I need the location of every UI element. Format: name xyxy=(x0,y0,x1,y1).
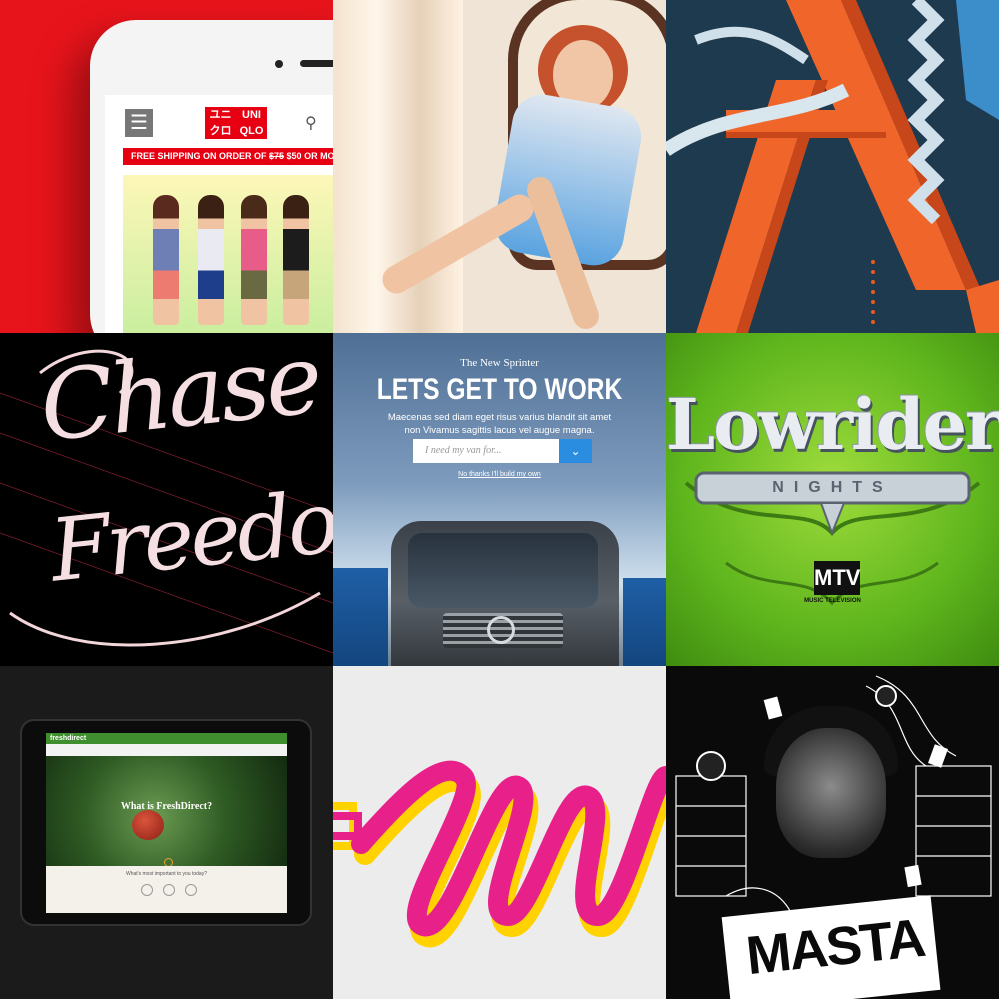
van-windshield xyxy=(408,533,598,608)
tablet-frame: freshdirect What is FreshDirect? From th… xyxy=(20,719,312,926)
logo-cell: QLO xyxy=(239,125,264,137)
hero-title: What is FreshDirect? xyxy=(120,801,213,812)
uniqlo-mobile-tile[interactable]: ☰ ユニ UNI クロ QLO ⚲ FREE SHIPPING ON ORDER… xyxy=(0,0,333,333)
sprinter-landing-tile[interactable]: The New Sprinter LETS GET TO WORK Maecen… xyxy=(333,333,666,666)
freshdirect-subnav xyxy=(46,744,287,756)
question-text: What's most important to you today? xyxy=(126,871,207,877)
pink-script-tile[interactable] xyxy=(333,666,666,999)
logo-cell: クロ xyxy=(209,125,232,137)
hamburger-icon[interactable]: ☰ xyxy=(125,109,153,137)
logo-cell: UNI xyxy=(242,109,261,121)
shipping-old-price: $75 xyxy=(269,151,285,161)
chevron-down-icon[interactable]: ⌄ xyxy=(559,439,592,463)
fashion-photo-tile[interactable] xyxy=(333,0,666,333)
letter-a-artwork xyxy=(666,0,999,333)
freshdirect-nav: freshdirect xyxy=(46,733,287,744)
mtv-caption: MUSIC TELEVISION xyxy=(804,598,861,604)
nights-subtitle: NIGHTS xyxy=(772,479,893,496)
freshdirect-tile[interactable]: freshdirect What is FreshDirect? From th… xyxy=(0,666,333,999)
letter-a-tile[interactable] xyxy=(666,0,999,333)
truck-left xyxy=(333,568,388,666)
lowrider-title: Lowrider xyxy=(666,383,999,466)
chase-freedom-tile[interactable]: Chase Freedom xyxy=(0,333,333,666)
dot-trail xyxy=(871,260,875,330)
dollar-icon[interactable] xyxy=(163,884,175,896)
mtv-logo: MTV xyxy=(814,561,860,595)
freshdirect-bottom: What's most important to you today? xyxy=(46,866,287,913)
build-own-link[interactable]: No thanks I'll build my own xyxy=(333,471,666,478)
model-figure xyxy=(153,195,179,325)
freshdirect-logo[interactable]: freshdirect xyxy=(50,733,86,744)
tablet-screen: freshdirect What is FreshDirect? From th… xyxy=(46,733,287,913)
portfolio-grid: ☰ ユニ UNI クロ QLO ⚲ FREE SHIPPING ON ORDER… xyxy=(0,0,999,999)
model-figure xyxy=(241,195,267,325)
search-icon[interactable]: ⚲ xyxy=(305,113,317,133)
mercedes-star-icon xyxy=(487,616,515,644)
hero-image: What is FreshDirect? From the Source xyxy=(46,756,287,873)
uniqlo-logo: ユニ UNI クロ QLO xyxy=(205,107,267,139)
pink-script-artwork xyxy=(333,760,666,948)
clock-icon[interactable] xyxy=(185,884,197,896)
models-banner-image xyxy=(123,175,333,333)
headline: LETS GET TO WORK xyxy=(376,373,623,406)
heart-icon[interactable] xyxy=(141,884,153,896)
portrait-face xyxy=(776,728,886,858)
lowrider-nights-tile[interactable]: Lowrider NIGHTS MTV MUSIC TELEVISION xyxy=(666,333,999,666)
logo-cell: ユニ xyxy=(209,109,232,121)
phone-camera xyxy=(275,60,283,68)
model-figure xyxy=(198,195,224,325)
model-figure xyxy=(283,195,309,325)
masta-illustration-tile[interactable]: MASTA xyxy=(666,666,999,999)
van-use-input[interactable]: I need my van for... xyxy=(413,439,559,463)
lettering-line1: Chase xyxy=(34,333,324,464)
shipping-new-price: $50 OR MORE xyxy=(286,151,333,161)
kicker: The New Sprinter xyxy=(460,357,539,369)
apple-image xyxy=(132,810,164,840)
phone-speaker xyxy=(300,60,333,67)
shipping-prefix: FREE SHIPPING ON ORDER OF xyxy=(131,151,270,161)
shipping-banner: FREE SHIPPING ON ORDER OF $75 $50 OR MOR… xyxy=(123,148,333,165)
body-copy: Maecenas sed diam eget risus varius blan… xyxy=(387,412,612,436)
truck-right xyxy=(623,578,666,666)
phone-screen: ☰ ユニ UNI クロ QLO ⚲ FREE SHIPPING ON ORDER… xyxy=(105,95,333,333)
